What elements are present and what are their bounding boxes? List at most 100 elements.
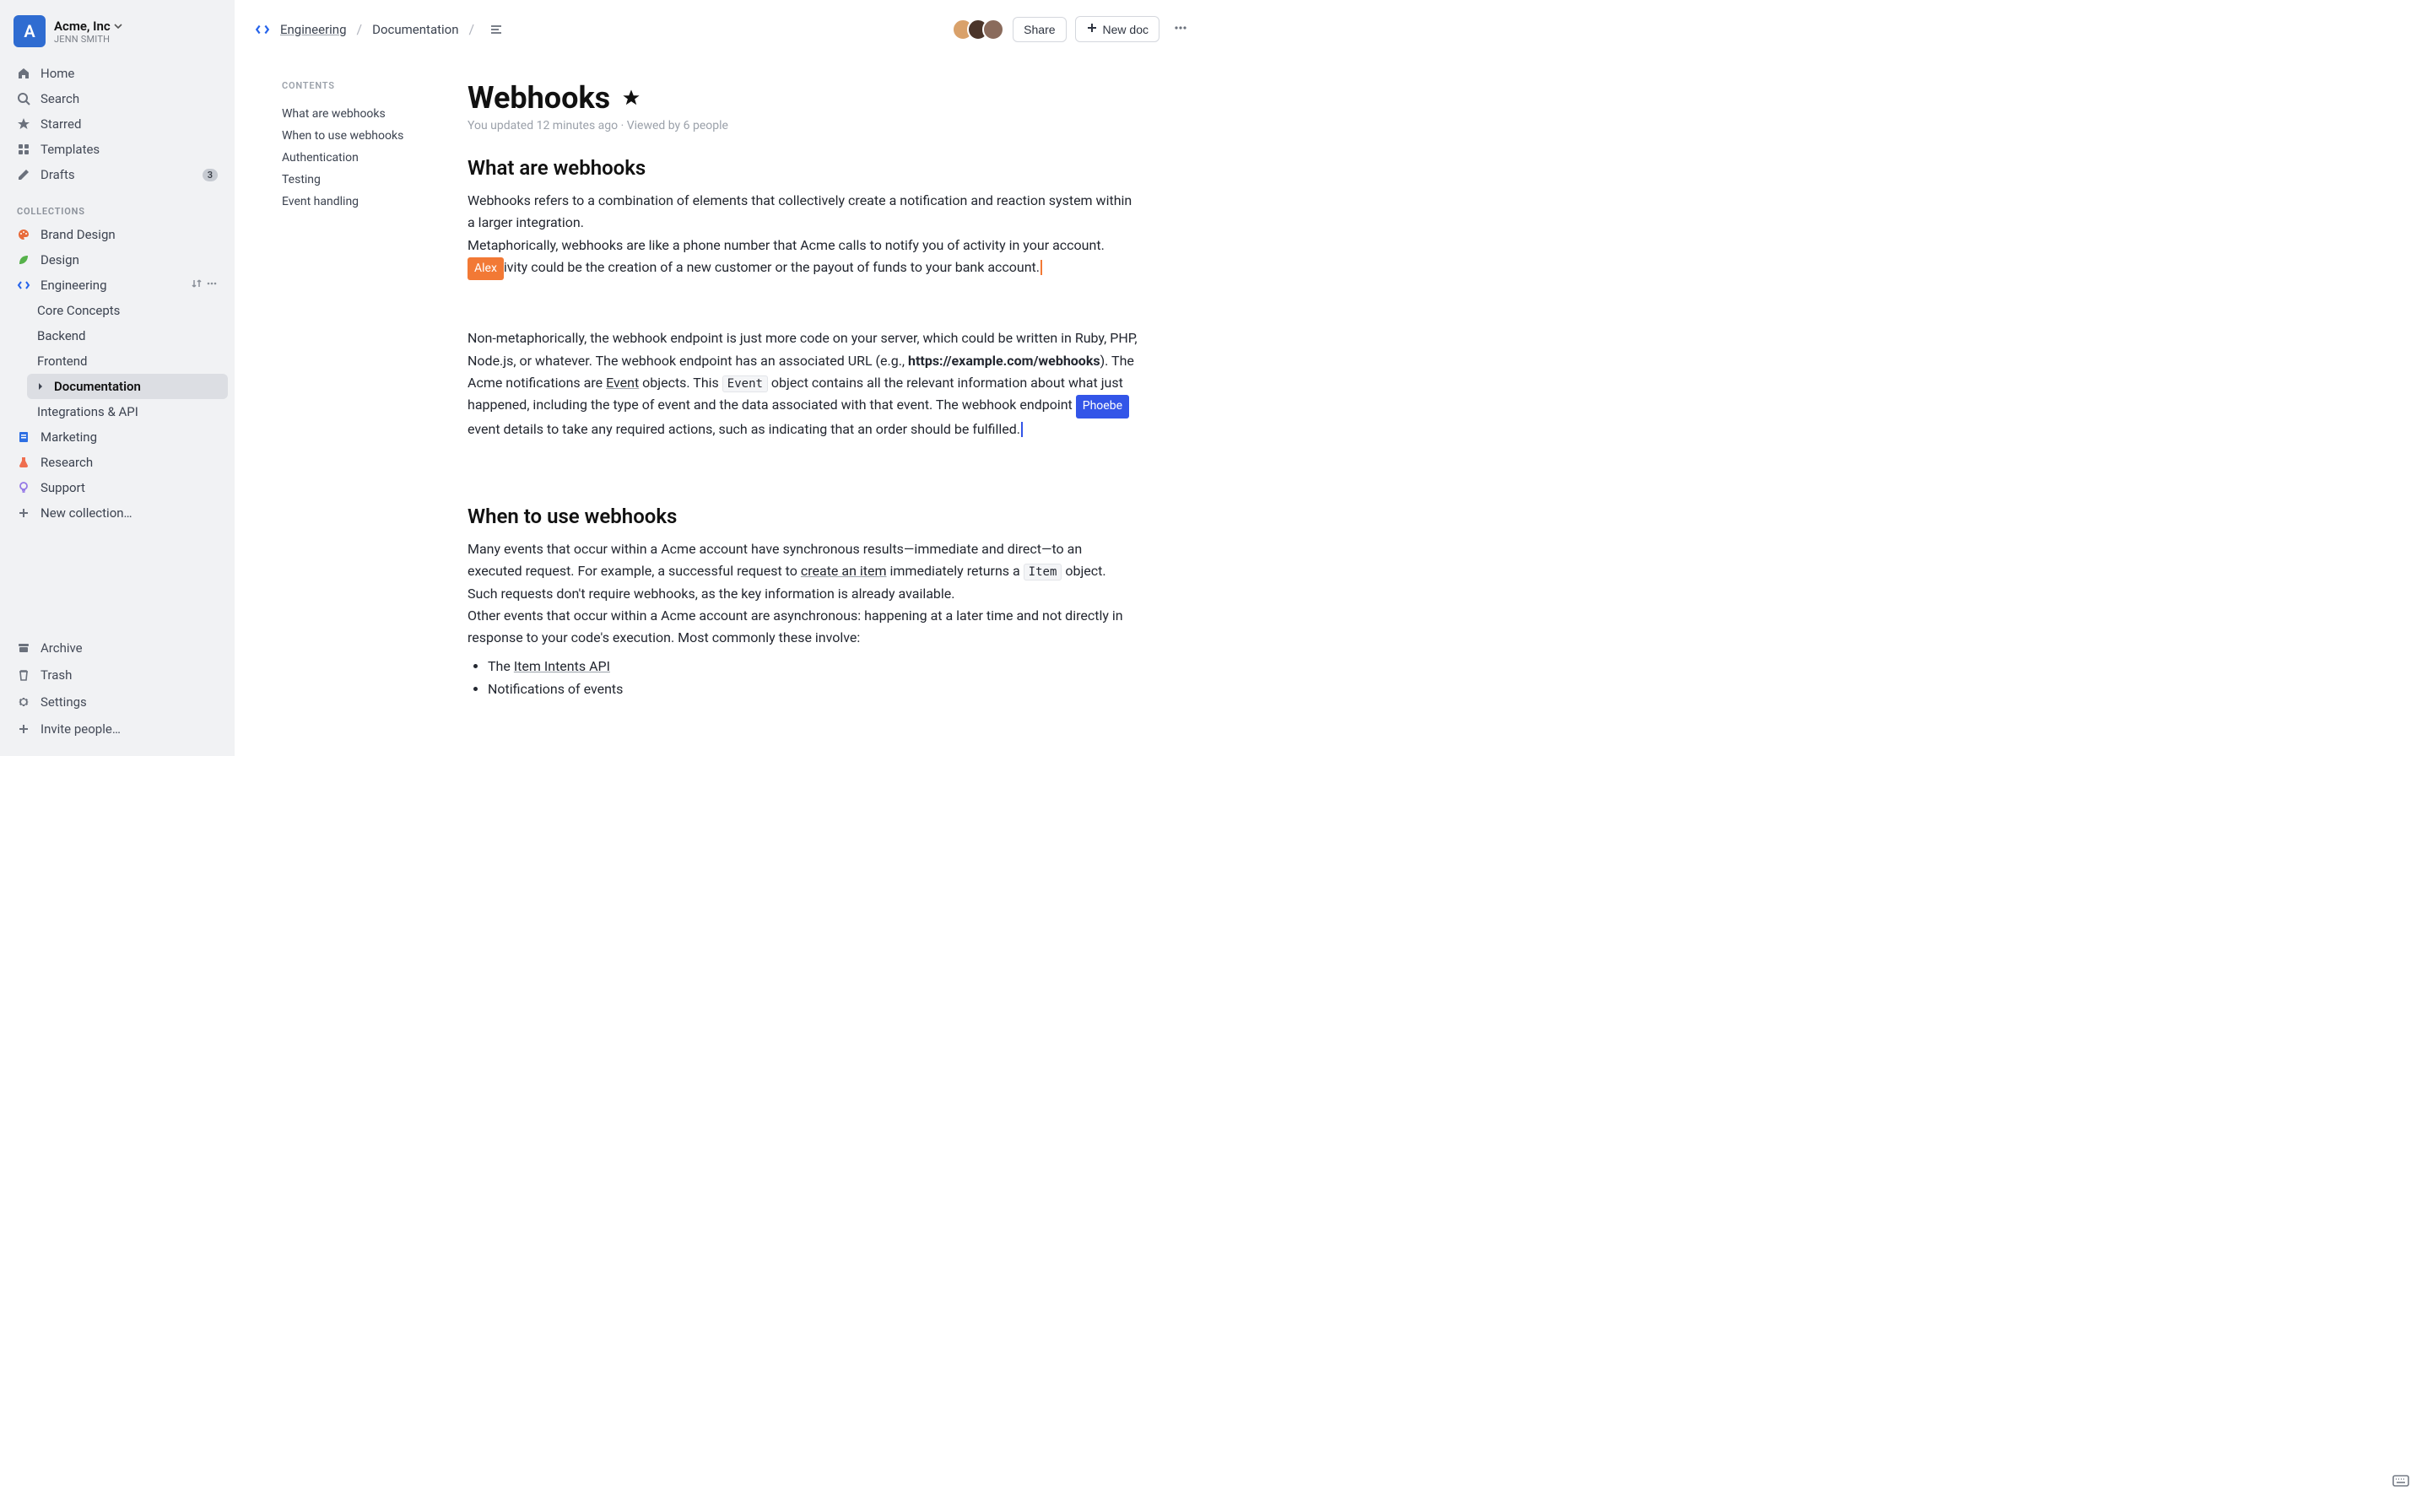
more-button[interactable] (1168, 15, 1193, 43)
toc-toggle-icon[interactable] (489, 23, 503, 36)
search-icon (17, 92, 32, 105)
keyboard-shortcuts-button[interactable] (2392, 1472, 2410, 1493)
collection-label: Brand Design (41, 227, 116, 242)
doc-meta: You updated 12 minutes ago · Viewed by 6… (468, 119, 1138, 132)
code-icon (17, 278, 32, 292)
doc-label: Core Concepts (37, 303, 120, 318)
collection-engineering[interactable]: Engineering (7, 273, 228, 298)
code-icon (255, 22, 270, 37)
templates-icon (17, 143, 32, 156)
pencil-icon (17, 168, 32, 181)
nav-home[interactable]: Home (7, 61, 228, 86)
nav-label: Trash (41, 667, 72, 683)
flask-icon (17, 456, 32, 469)
presence-caret-icon (1041, 260, 1042, 275)
paragraph: Metaphorically, webhooks are like a phon… (468, 235, 1138, 280)
presence-alex: Alex (468, 257, 504, 280)
doc-label: Frontend (37, 354, 87, 369)
bulb-icon (17, 481, 32, 494)
disclosure-icon[interactable] (37, 383, 47, 390)
create-item-link[interactable]: create an item (801, 563, 887, 579)
collection-label: Engineering (41, 278, 107, 293)
paragraph: Many events that occur within a Acme acc… (468, 538, 1138, 605)
workspace-switcher[interactable]: A Acme, Inc JENN SMITH (0, 10, 235, 56)
code-inline: Event (722, 375, 768, 392)
topbar: Engineering / Documentation / Share New … (235, 0, 1214, 51)
plus-icon (17, 506, 32, 520)
new-collection[interactable]: New collection… (7, 500, 228, 526)
nav-templates[interactable]: Templates (7, 137, 228, 162)
leaf-icon (17, 253, 32, 267)
toc-item[interactable]: Testing (282, 169, 468, 191)
star-icon (17, 117, 32, 131)
toc-item[interactable]: When to use webhooks (282, 125, 468, 147)
collection-design[interactable]: Design (7, 247, 228, 273)
nav-drafts[interactable]: Drafts 3 (7, 162, 228, 187)
nav-invite[interactable]: Invite people… (7, 716, 228, 742)
text: event details to take any required actio… (468, 421, 1020, 437)
nav-label: Settings (41, 694, 87, 710)
presence-caret-icon (1021, 422, 1023, 437)
collection-label: Marketing (41, 429, 97, 445)
doc-label: Documentation (54, 379, 141, 394)
doc-integrations[interactable]: Integrations & API (27, 399, 228, 424)
toc-item[interactable]: Authentication (282, 147, 468, 169)
paragraph: Non-metaphorically, the webhook endpoint… (468, 327, 1138, 440)
nav-label: Archive (41, 640, 83, 656)
title-text: Webhooks (468, 80, 610, 116)
text: objects. This (639, 375, 722, 391)
text: The (488, 658, 514, 674)
button-label: New doc (1103, 23, 1149, 36)
text: Metaphorically, webhooks are like a phon… (468, 237, 1105, 253)
collection-label: Support (41, 480, 85, 495)
code-inline: Item (1024, 564, 1062, 580)
doc-label: Backend (37, 328, 86, 343)
collection-research[interactable]: Research (7, 450, 228, 475)
event-link[interactable]: Event (606, 375, 639, 391)
doc-frontend[interactable]: Frontend (27, 348, 228, 374)
paragraph: Webhooks refers to a combination of elem… (468, 190, 1138, 235)
chevron-down-icon (114, 19, 122, 34)
breadcrumb-documentation[interactable]: Documentation (372, 22, 458, 37)
sort-icon[interactable] (191, 278, 203, 293)
main-content: Engineering / Documentation / Share New … (235, 0, 1214, 756)
table-of-contents: CONTENTS What are webhooks When to use w… (282, 51, 468, 756)
collection-support[interactable]: Support (7, 475, 228, 500)
nav-search[interactable]: Search (7, 86, 228, 111)
new-doc-button[interactable]: New doc (1075, 16, 1159, 42)
breadcrumb-engineering[interactable]: Engineering (280, 22, 347, 37)
workspace-user: JENN SMITH (54, 34, 122, 45)
doc-backend[interactable]: Backend (27, 323, 228, 348)
facepile[interactable] (952, 19, 1004, 40)
new-collection-label: New collection… (41, 505, 132, 521)
collection-marketing[interactable]: Marketing (7, 424, 228, 450)
doc-label: Integrations & API (37, 404, 138, 419)
collection-brand-design[interactable]: Brand Design (7, 222, 228, 247)
nav-settings[interactable]: Settings (7, 688, 228, 716)
more-icon[interactable] (206, 278, 218, 293)
nav-trash[interactable]: Trash (7, 662, 228, 688)
nav-archive[interactable]: Archive (7, 634, 228, 662)
nav-label: Templates (41, 142, 100, 157)
document-body[interactable]: Webhooks You updated 12 minutes ago · Vi… (468, 51, 1214, 756)
toc-item[interactable]: Event handling (282, 191, 468, 213)
nav-label: Search (41, 91, 79, 106)
nav-label: Starred (41, 116, 81, 132)
plus-icon (1086, 22, 1098, 36)
avatar (982, 19, 1004, 40)
nav-starred[interactable]: Starred (7, 111, 228, 137)
nav-label: Home (41, 66, 74, 81)
item-intents-link[interactable]: Item Intents API (514, 658, 610, 674)
workspace-avatar: A (14, 15, 46, 47)
doc-core-concepts[interactable]: Core Concepts (27, 298, 228, 323)
share-button[interactable]: Share (1013, 17, 1066, 42)
toc-item[interactable]: What are webhooks (282, 103, 468, 125)
list-item: Notifications of events (488, 678, 1138, 700)
heading-when-to-use: When to use webhooks (468, 505, 1138, 528)
star-icon[interactable] (622, 89, 641, 107)
list-item: The Item Intents API (488, 655, 1138, 678)
url-text: https://example.com/webhooks (908, 353, 1100, 369)
text: ivity could be the creation of a new cus… (504, 259, 1040, 275)
doc-documentation[interactable]: Documentation (27, 374, 228, 399)
notes-icon (17, 430, 32, 444)
